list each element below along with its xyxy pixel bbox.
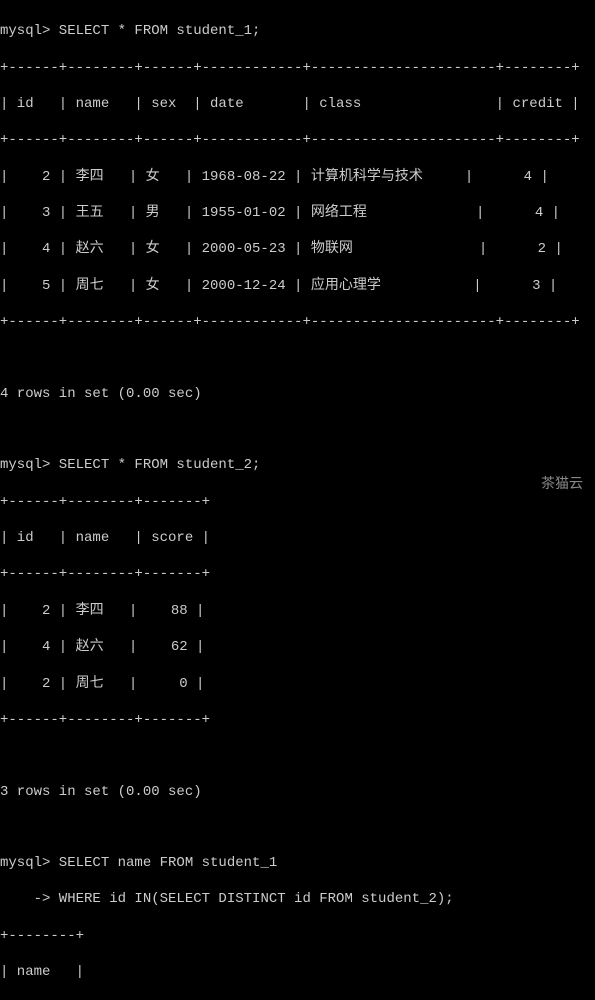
blank-line	[0, 747, 595, 764]
query2-border-bot: +------+--------+-------+	[0, 711, 595, 729]
table-row: | 2 | 李四 | 88 |	[0, 602, 595, 620]
table-row: | 3 | 王五 | 男 | 1955-01-02 | 网络工程 | 4 |	[0, 204, 595, 222]
query1-prompt: mysql> SELECT * FROM student_1;	[0, 22, 595, 40]
table-row: | 2 | 周七 | 0 |	[0, 675, 595, 693]
query1-border-mid: +------+--------+------+------------+---…	[0, 131, 595, 149]
query2-prompt: mysql> SELECT * FROM student_2;	[0, 456, 595, 474]
query2-header: | id | name | score |	[0, 529, 595, 547]
query3-border-top: +--------+	[0, 927, 595, 945]
query2-result: 3 rows in set (0.00 sec)	[0, 783, 595, 801]
table-row: | 2 | 李四 | 女 | 1968-08-22 | 计算机科学与技术 | 4…	[0, 168, 595, 186]
blank-line	[0, 350, 595, 367]
query2-border-mid: +------+--------+-------+	[0, 565, 595, 583]
watermark-text: 茶猫云	[541, 474, 583, 492]
table-row: | 4 | 赵六 | 62 |	[0, 638, 595, 656]
query2-border-top: +------+--------+-------+	[0, 493, 595, 511]
table-row: | 4 | 赵六 | 女 | 2000-05-23 | 物联网 | 2 |	[0, 240, 595, 258]
query3-header: | name |	[0, 963, 595, 981]
blank-line	[0, 819, 595, 836]
table-row: | 5 | 周七 | 女 | 2000-12-24 | 应用心理学 | 3 |	[0, 277, 595, 295]
query1-header: | id | name | sex | date | class | credi…	[0, 95, 595, 113]
query3-prompt2: -> WHERE id IN(SELECT DISTINCT id FROM s…	[0, 890, 595, 908]
query1-border-bot: +------+--------+------+------------+---…	[0, 313, 595, 331]
query1-border-top: +------+--------+------+------------+---…	[0, 59, 595, 77]
query1-result: 4 rows in set (0.00 sec)	[0, 385, 595, 403]
terminal-output: mysql> SELECT * FROM student_1; +------+…	[0, 0, 595, 1000]
query3-prompt1: mysql> SELECT name FROM student_1	[0, 854, 595, 872]
blank-line	[0, 421, 595, 438]
